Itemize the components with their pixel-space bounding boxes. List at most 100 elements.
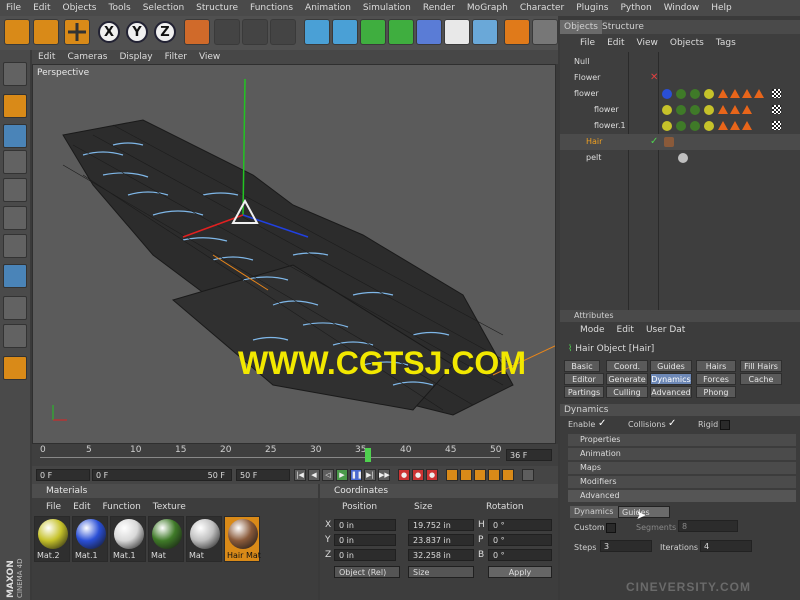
- model-mode-icon[interactable]: [3, 94, 27, 118]
- cube-icon[interactable]: [304, 19, 330, 45]
- spline-icon[interactable]: [332, 19, 358, 45]
- hair-tag-icon[interactable]: [742, 121, 752, 130]
- tab-editor[interactable]: Editor: [564, 373, 604, 385]
- sculpt-icon[interactable]: [3, 356, 27, 380]
- menu-file[interactable]: File: [0, 3, 27, 13]
- material-tag-icon[interactable]: [690, 105, 700, 115]
- menu-help[interactable]: Help: [705, 3, 738, 13]
- hair-tag-icon[interactable]: [754, 89, 764, 98]
- material-tag-icon[interactable]: [690, 121, 700, 131]
- checker-tag-icon[interactable]: [772, 89, 781, 98]
- menu-render[interactable]: Render: [417, 3, 461, 13]
- menu-plugins[interactable]: Plugins: [570, 3, 614, 13]
- material-tag-icon[interactable]: [676, 89, 686, 99]
- tab-phong[interactable]: Phong: [696, 386, 736, 398]
- start-frame-field[interactable]: 0 F: [36, 469, 90, 481]
- prev-key-icon[interactable]: ◀: [308, 469, 320, 481]
- material-tag-icon[interactable]: [676, 105, 686, 115]
- custom-checkbox[interactable]: [606, 523, 616, 533]
- object-row[interactable]: flower: [560, 102, 800, 118]
- hair-tag-icon[interactable]: [718, 89, 728, 98]
- help-icon[interactable]: [504, 19, 530, 45]
- tab-coord[interactable]: Coord.: [606, 360, 648, 372]
- snap-icon[interactable]: [3, 324, 27, 348]
- menu-mograph[interactable]: MoGraph: [461, 3, 514, 13]
- array-icon[interactable]: [388, 19, 414, 45]
- attr-menu-mode[interactable]: Mode: [574, 325, 611, 335]
- tab-culling[interactable]: Culling: [606, 386, 648, 398]
- menu-edit[interactable]: Edit: [27, 3, 56, 13]
- collisions-check-icon[interactable]: ✓: [668, 418, 676, 429]
- object-row[interactable]: pelt: [560, 150, 800, 166]
- viewport-menu-cameras[interactable]: Cameras: [61, 52, 113, 62]
- coordinate-mode-select[interactable]: Object (Rel): [334, 566, 400, 578]
- menu-selection[interactable]: Selection: [137, 3, 190, 13]
- checker-icon[interactable]: [3, 296, 27, 320]
- material-tag-icon[interactable]: [662, 105, 672, 115]
- end-frame-field[interactable]: 50 F: [236, 469, 290, 481]
- menu-tools[interactable]: Tools: [103, 3, 137, 13]
- coordinate-system-icon[interactable]: [184, 19, 210, 45]
- rotation-key-icon[interactable]: [474, 469, 486, 481]
- perspective-viewport[interactable]: Perspective WWW.CGTSJ.COM: [32, 64, 556, 444]
- object-menu-tags[interactable]: Tags: [710, 38, 742, 48]
- viewport-menu-filter[interactable]: Filter: [159, 52, 193, 62]
- play-backward-icon[interactable]: ◁: [322, 469, 334, 481]
- next-key-icon[interactable]: ▶|: [364, 469, 376, 481]
- timeline-menu-icon[interactable]: [522, 469, 534, 481]
- viewport-menu-view[interactable]: View: [193, 52, 226, 62]
- keyframe-selection-icon[interactable]: ●: [426, 469, 438, 481]
- checker-tag-icon[interactable]: [772, 121, 781, 130]
- iterations-field[interactable]: 4: [700, 540, 752, 552]
- tab-forces[interactable]: Forces: [696, 373, 736, 385]
- tab-partings[interactable]: Partings: [564, 386, 604, 398]
- attr-menu-edit[interactable]: Edit: [611, 325, 640, 335]
- object-row[interactable]: Null: [560, 54, 800, 70]
- material-tag-icon[interactable]: [704, 121, 714, 131]
- goto-start-icon[interactable]: |◀: [294, 469, 306, 481]
- viewport-menu-edit[interactable]: Edit: [32, 52, 61, 62]
- disabled-x-icon[interactable]: ✕: [650, 72, 658, 83]
- material-tag-icon[interactable]: [704, 105, 714, 115]
- material-swatch[interactable]: Mat: [148, 516, 184, 562]
- pla-key-icon[interactable]: [502, 469, 514, 481]
- size-y-field[interactable]: 23.837 in: [408, 534, 474, 546]
- rotation-b-field[interactable]: 0 °: [488, 549, 552, 561]
- enabled-check-icon[interactable]: ✓: [650, 136, 658, 147]
- object-menu-view[interactable]: View: [631, 38, 664, 48]
- menu-simulation[interactable]: Simulation: [357, 3, 417, 13]
- size-x-field[interactable]: 19.752 in: [408, 519, 474, 531]
- group-maps[interactable]: Maps: [568, 462, 796, 474]
- material-swatch[interactable]: Mat.1: [72, 516, 108, 562]
- tab-fill-hairs[interactable]: Fill Hairs: [740, 360, 782, 372]
- hair-material-tag-icon[interactable]: [664, 137, 674, 147]
- material-tag-icon[interactable]: [662, 89, 672, 99]
- object-menu-edit[interactable]: Edit: [601, 38, 630, 48]
- menu-window[interactable]: Window: [658, 3, 706, 13]
- material-tag-icon[interactable]: [662, 121, 672, 131]
- hair-tag-icon[interactable]: [730, 105, 740, 114]
- menu-objects[interactable]: Objects: [57, 3, 103, 13]
- pause-icon[interactable]: ❚❚: [350, 469, 363, 481]
- menu-functions[interactable]: Functions: [244, 3, 299, 13]
- object-row[interactable]: flower: [560, 86, 800, 102]
- object-menu-file[interactable]: File: [574, 38, 601, 48]
- tab-guides[interactable]: Guides: [650, 360, 692, 372]
- material-tag-icon[interactable]: [704, 89, 714, 99]
- record-icon[interactable]: ●: [398, 469, 410, 481]
- rotation-p-field[interactable]: 0 °: [488, 534, 552, 546]
- menu-character[interactable]: Character: [514, 3, 570, 13]
- z-axis-icon[interactable]: Z: [154, 21, 176, 43]
- play-icon[interactable]: ▶: [336, 469, 348, 481]
- viewport-menu-display[interactable]: Display: [113, 52, 158, 62]
- hair-tag-icon[interactable]: [718, 105, 728, 114]
- material-swatch[interactable]: Mat.2: [34, 516, 70, 562]
- scene-icon[interactable]: [472, 19, 498, 45]
- render-view-icon[interactable]: [214, 19, 240, 45]
- axis-mode-icon[interactable]: [3, 150, 27, 174]
- hair-tag-icon[interactable]: [742, 89, 752, 98]
- tab-basic[interactable]: Basic: [564, 360, 600, 372]
- object-row-selected[interactable]: Hair ✓: [560, 134, 800, 150]
- goto-end-icon[interactable]: ▶▶: [378, 469, 390, 481]
- object-row[interactable]: flower.1: [560, 118, 800, 134]
